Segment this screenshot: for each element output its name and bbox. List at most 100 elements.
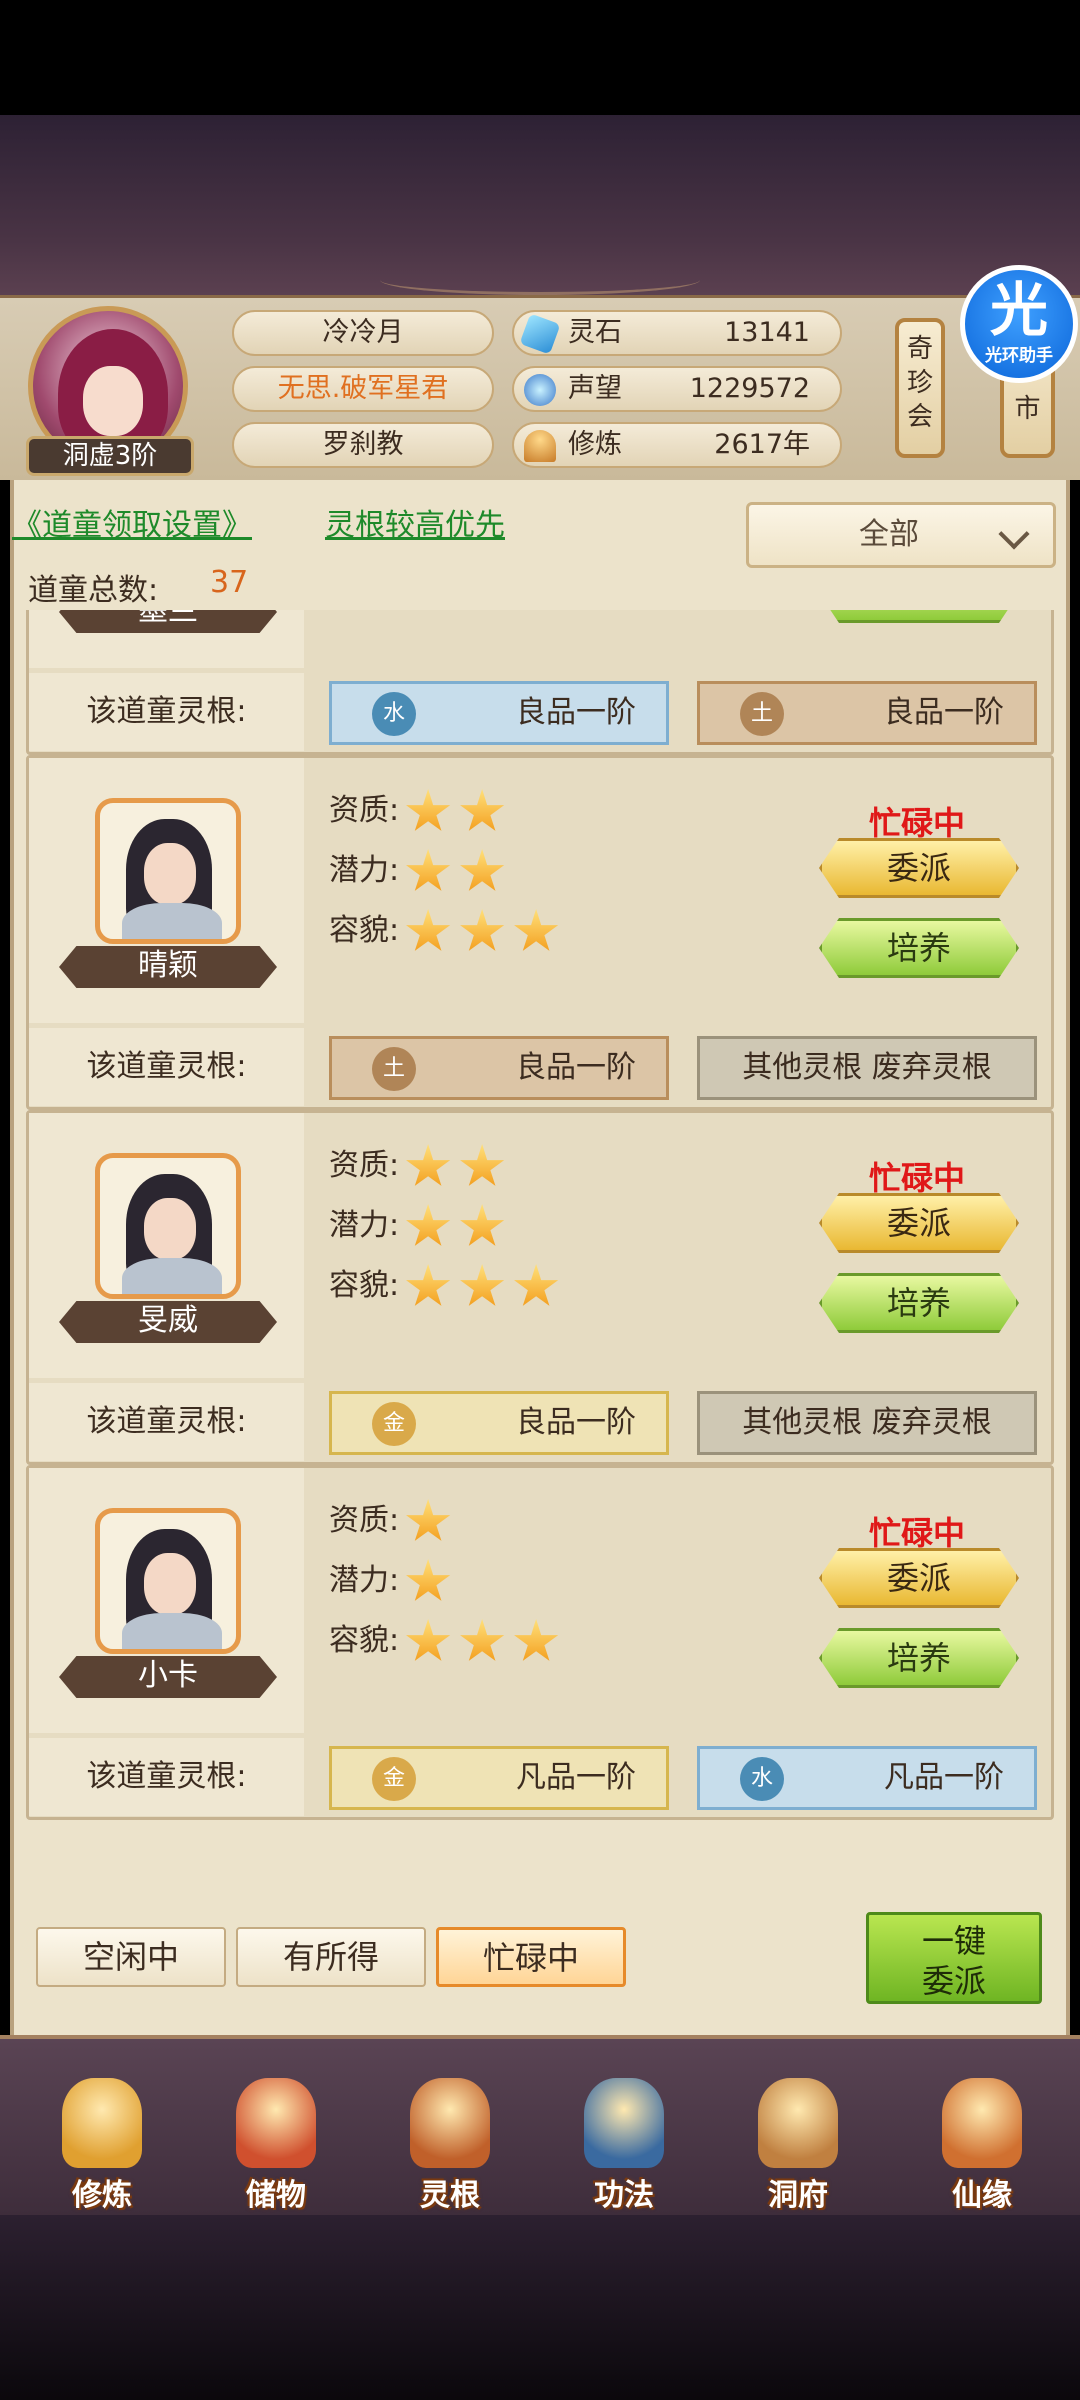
star-icon bbox=[406, 909, 451, 951]
gourd-icon bbox=[942, 2078, 1022, 2168]
attribute-label: 容貌: bbox=[329, 1623, 400, 1658]
helper-badge-glyph: 光 bbox=[989, 276, 1048, 344]
resource-reputation: 声望 1229572 bbox=[512, 366, 842, 412]
spirit-root-label: 该道童灵根: bbox=[29, 673, 304, 751]
nav-label: 修炼 bbox=[72, 2178, 132, 2213]
train-button[interactable]: 培养 bbox=[819, 1628, 1019, 1688]
star-icon bbox=[514, 1619, 559, 1661]
spirit-root-row: 该道童灵根: 金 凡品一阶 水 凡品一阶 bbox=[29, 1738, 1051, 1816]
star-icon bbox=[460, 1264, 505, 1306]
attribute-row: 容貌: bbox=[329, 905, 567, 957]
apprentice-portrait[interactable] bbox=[95, 798, 241, 944]
spirit-root-box: 水 凡品一阶 bbox=[697, 1746, 1037, 1810]
priority-link[interactable]: 灵根较高优先 bbox=[325, 500, 505, 544]
star-rating bbox=[405, 786, 513, 838]
portrait-body bbox=[122, 1613, 222, 1649]
attribute-row: 潜力: bbox=[329, 1555, 459, 1607]
attribute-label: 潜力: bbox=[329, 1563, 400, 1598]
treasure-fair-char: 珍 bbox=[906, 368, 933, 398]
attribute-label: 资质: bbox=[329, 1503, 400, 1538]
resource-label: 修炼 bbox=[568, 429, 622, 460]
attribute-label: 潜力: bbox=[329, 853, 400, 888]
element-water-icon: 水 bbox=[740, 1757, 784, 1801]
cultivation-icon bbox=[524, 430, 556, 462]
player-sect: 罗刹教 bbox=[232, 422, 494, 468]
portrait-body bbox=[122, 1258, 222, 1294]
spirit-root-grade: 良品一阶 bbox=[516, 695, 636, 730]
cave-house-icon bbox=[758, 2078, 838, 2168]
star-icon bbox=[460, 909, 505, 951]
star-rating bbox=[405, 1616, 567, 1668]
ornament bbox=[380, 265, 700, 295]
storage-bag-icon bbox=[236, 2078, 316, 2168]
apprentice-card: 小卡 资质: 潜力: 容貌: 忙碌中 委派 培养 该道童灵根: 金 凡品一阶 水 凡品一阶 bbox=[26, 1465, 1054, 1820]
filter-gained-button[interactable]: 有所得 bbox=[236, 1927, 426, 1987]
apprentice-portrait[interactable] bbox=[95, 1153, 241, 1299]
star-icon bbox=[514, 1264, 559, 1306]
star-icon bbox=[460, 1144, 505, 1186]
chevron-down-icon bbox=[998, 518, 1030, 550]
filter-busy-button[interactable]: 忙碌中 bbox=[436, 1927, 626, 1987]
star-icon bbox=[406, 1144, 451, 1186]
portrait-area: 晴颖 bbox=[29, 758, 304, 1023]
treasure-fair-char: 会 bbox=[906, 402, 933, 432]
market-label: 市 bbox=[1014, 394, 1041, 424]
attribute-row: 容貌: bbox=[329, 1260, 567, 1312]
filter-dropdown[interactable]: 全部 bbox=[746, 502, 1056, 568]
nav-label: 储物 bbox=[246, 2178, 306, 2213]
star-icon bbox=[460, 1204, 505, 1246]
nav-label: 功法 bbox=[594, 2178, 654, 2213]
nav-item[interactable]: 灵根 bbox=[380, 2068, 520, 2213]
apprentice-portrait[interactable] bbox=[95, 1508, 241, 1654]
nav-item[interactable]: 功法 bbox=[554, 2068, 694, 2213]
train-button[interactable]: 培养 bbox=[819, 1273, 1019, 1333]
attribute-row: 资质: bbox=[329, 1495, 459, 1547]
total-count-label: 道童总数: bbox=[28, 573, 159, 608]
apprentice-list[interactable]: 墨兰潜力:容貌:委派培养该道童灵根:水良品一阶土良品一阶晴颖资质:潜力:容貌:忙… bbox=[26, 610, 1054, 1880]
portrait-face bbox=[144, 843, 196, 905]
train-button[interactable]: 培养 bbox=[819, 918, 1019, 978]
nav-item[interactable]: 储物 bbox=[206, 2068, 346, 2213]
star-icon bbox=[406, 789, 451, 831]
one-key-line-2: 委派 bbox=[921, 1962, 986, 2000]
top-decoration bbox=[0, 115, 1080, 295]
resource-label: 灵石 bbox=[568, 317, 622, 348]
one-key-send-button[interactable]: 一键 委派 bbox=[866, 1912, 1042, 2004]
filter-idle-button[interactable]: 空闲中 bbox=[36, 1927, 226, 1987]
element-earth-icon: 土 bbox=[372, 1047, 416, 1091]
send-button[interactable]: 委派 bbox=[819, 1548, 1019, 1608]
spirit-root-grade: 其他灵根 废弃灵根 bbox=[742, 1050, 992, 1085]
star-icon bbox=[406, 1499, 451, 1541]
spirit-root-box: 金 良品一阶 bbox=[329, 1391, 669, 1455]
spirit-root-box: 其他灵根 废弃灵根 bbox=[697, 1036, 1037, 1100]
send-button[interactable]: 委派 bbox=[819, 1193, 1019, 1253]
star-rating bbox=[405, 846, 513, 898]
star-icon bbox=[460, 1619, 505, 1661]
status-busy: 忙碌中 bbox=[869, 804, 966, 842]
star-rating bbox=[405, 1201, 513, 1253]
nav-item[interactable]: 修炼 bbox=[32, 2068, 172, 2213]
portrait-area: 旻威 bbox=[29, 1113, 304, 1378]
manual-book-icon bbox=[584, 2078, 664, 2168]
portrait-area: 墨兰 bbox=[29, 610, 304, 668]
attribute-row: 潜力: bbox=[329, 845, 513, 897]
spirit-root-row: 该道童灵根: 土 良品一阶 其他灵根 废弃灵根 bbox=[29, 1028, 1051, 1106]
send-button[interactable]: 委派 bbox=[819, 838, 1019, 898]
spirit-root-box: 其他灵根 废弃灵根 bbox=[697, 1391, 1037, 1455]
helper-badge[interactable]: 光 光环助手 bbox=[960, 265, 1078, 383]
resource-value: 1229572 bbox=[689, 373, 810, 404]
nav-item[interactable]: 仙缘 bbox=[912, 2068, 1052, 2213]
apprentice-name: 晴颖 bbox=[59, 946, 277, 988]
train-button[interactable]: 培养 bbox=[819, 610, 1019, 623]
treasure-fair-button[interactable]: 奇珍会 bbox=[895, 318, 945, 458]
total-count-value: 37 bbox=[210, 565, 249, 600]
resource-label: 声望 bbox=[568, 373, 622, 404]
spirit-root-row: 该道童灵根: 金 良品一阶 其他灵根 废弃灵根 bbox=[29, 1383, 1051, 1461]
one-key-line-1: 一键 bbox=[921, 1922, 986, 1960]
claim-settings-link[interactable]: 《道童领取设置》 bbox=[12, 500, 252, 544]
star-icon bbox=[406, 1619, 451, 1661]
status-busy: 忙碌中 bbox=[869, 1159, 966, 1197]
nav-item[interactable]: 洞府 bbox=[728, 2068, 868, 2213]
apprentice-card: 墨兰潜力:容貌:委派培养该道童灵根:水良品一阶土良品一阶 bbox=[26, 610, 1054, 755]
spirit-root-grade: 良品一阶 bbox=[516, 1050, 636, 1085]
